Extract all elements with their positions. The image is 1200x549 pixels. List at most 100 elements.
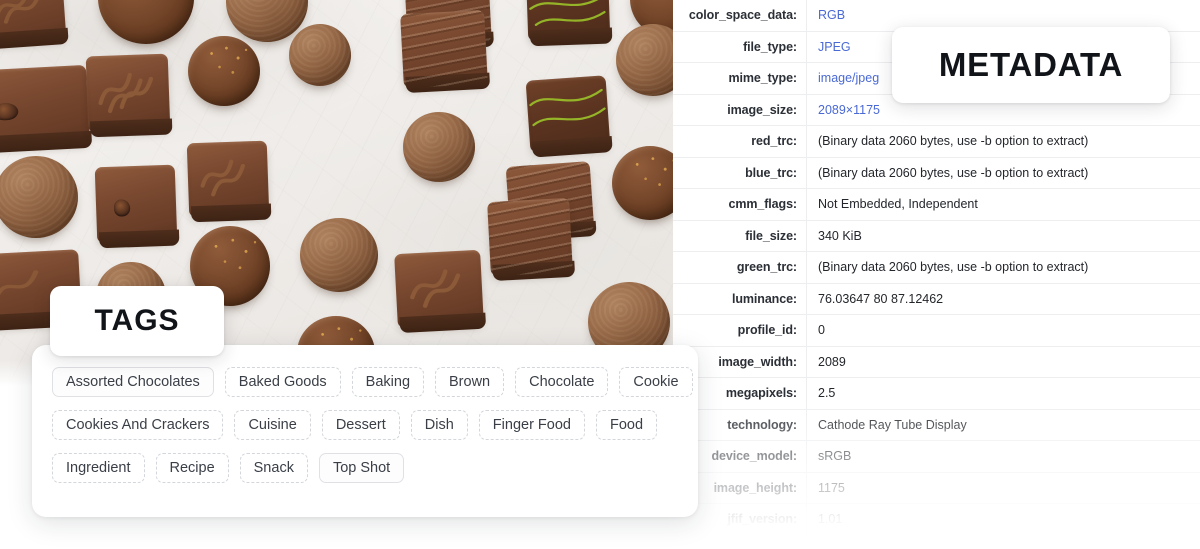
chocolate-square bbox=[0, 64, 93, 155]
tag-chip[interactable]: Baked Goods bbox=[224, 367, 341, 397]
metadata-value: 2.5 bbox=[818, 386, 836, 401]
metadata-key: file_size: bbox=[745, 228, 797, 243]
ridge-texture-icon bbox=[400, 9, 488, 89]
metadata-row: green_trc: (Binary data 2060 bytes, use -… bbox=[673, 252, 1200, 284]
chocolate-truffle bbox=[403, 112, 475, 182]
metadata-row: technology: Cathode Ray Tube Display bbox=[673, 409, 1200, 441]
metadata-value: 1.01 bbox=[818, 512, 843, 527]
metadata-key: jfif_version: bbox=[727, 512, 797, 527]
column-divider bbox=[806, 220, 807, 251]
metadata-value: 76.03647 80 87.12462 bbox=[818, 291, 944, 306]
tag-row: Assorted Chocolates Baked Goods Baking Brow… bbox=[52, 367, 698, 397]
chocolate-square bbox=[0, 0, 69, 50]
drizzle-icon bbox=[195, 148, 261, 208]
column-divider bbox=[806, 472, 807, 503]
tag-chip[interactable]: Top Shot bbox=[318, 453, 405, 483]
metadata-key: blue_trc: bbox=[745, 165, 797, 180]
column-divider bbox=[806, 504, 807, 535]
metadata-row: image_width: 2089 bbox=[673, 346, 1200, 378]
metadata-value-link[interactable]: image/jpeg bbox=[806, 71, 879, 85]
metadata-value: 2089 bbox=[818, 354, 846, 369]
drizzle-icon bbox=[0, 0, 57, 36]
metadata-row: jfif_version: 1.01 bbox=[673, 504, 1200, 536]
column-divider bbox=[806, 189, 807, 220]
column-divider bbox=[806, 0, 807, 31]
metadata-key: luminance: bbox=[732, 291, 797, 306]
metadata-value: 0 bbox=[818, 323, 825, 338]
tag-chip[interactable]: Finger Food bbox=[478, 410, 585, 440]
tag-chip[interactable]: Cookie bbox=[619, 367, 693, 397]
tag-chip[interactable]: Recipe bbox=[155, 453, 229, 483]
metadata-value: 340 KiB bbox=[818, 228, 862, 243]
metadata-value: Cathode Ray Tube Display bbox=[818, 417, 967, 432]
tag-chip[interactable]: Baking bbox=[351, 367, 425, 397]
chocolate-truffle bbox=[188, 36, 260, 106]
metadata-row: megapixels: 2.5 bbox=[673, 378, 1200, 410]
chocolate-square-green bbox=[525, 75, 613, 158]
chocolate-square bbox=[85, 53, 173, 138]
drizzle-icon bbox=[94, 61, 162, 123]
metadata-value: Not Embedded, Independent bbox=[818, 197, 978, 212]
metadata-row: profile_id: 0 bbox=[673, 315, 1200, 347]
chocolate-square-green bbox=[525, 0, 613, 47]
chocolate-square bbox=[94, 164, 180, 249]
metadata-value-link[interactable]: RGB bbox=[806, 8, 845, 22]
metadata-value: sRGB bbox=[818, 449, 852, 464]
metadata-section-badge: METADATA bbox=[892, 27, 1170, 103]
column-divider bbox=[806, 157, 807, 188]
metadata-badge-label: METADATA bbox=[938, 46, 1124, 83]
column-divider bbox=[806, 31, 807, 62]
metadata-key: cmm_flags: bbox=[728, 197, 798, 212]
metadata-row: cmm_flags: Not Embedded, Independent bbox=[673, 189, 1200, 221]
metadata-value-link[interactable]: JPEG bbox=[806, 40, 851, 54]
tag-chip[interactable]: Assorted Chocolates bbox=[52, 367, 214, 397]
column-divider bbox=[806, 126, 807, 157]
column-divider bbox=[806, 378, 807, 409]
tag-chip[interactable]: Dessert bbox=[321, 410, 400, 440]
chocolate-square bbox=[487, 197, 575, 282]
metadata-key: image_size: bbox=[727, 102, 797, 117]
column-divider bbox=[806, 252, 807, 283]
tag-row: Cookies And Crackers Cuisine Dessert Dish Fi… bbox=[52, 410, 698, 440]
metadata-key: green_trc: bbox=[736, 260, 797, 275]
tag-chip[interactable]: Snack bbox=[239, 453, 308, 483]
metadata-row: red_trc: (Binary data 2060 bytes, use -b … bbox=[673, 126, 1200, 158]
tag-chip[interactable]: Cuisine bbox=[234, 410, 311, 440]
column-divider bbox=[806, 283, 807, 314]
green-drizzle-icon bbox=[526, 75, 611, 152]
green-drizzle-icon bbox=[526, 0, 611, 41]
metadata-value: (Binary data 2060 bytes, use -b option t… bbox=[818, 134, 1089, 149]
tag-chip[interactable]: Food bbox=[595, 410, 658, 440]
ridge-texture-icon bbox=[487, 197, 573, 277]
chocolate-square bbox=[400, 9, 490, 94]
metadata-key: color_space_data: bbox=[688, 8, 797, 23]
metadata-row: device_model: sRGB bbox=[673, 441, 1200, 473]
chocolate-square bbox=[394, 249, 486, 334]
column-divider bbox=[806, 409, 807, 440]
metadata-value-link[interactable]: 2089×1175 bbox=[806, 103, 880, 117]
column-divider bbox=[806, 63, 807, 94]
tag-chip[interactable]: Brown bbox=[435, 367, 505, 397]
metadata-key: mime_type: bbox=[728, 71, 798, 86]
metadata-key: profile_id: bbox=[737, 323, 797, 338]
metadata-row: file_size: 340 KiB bbox=[673, 220, 1200, 252]
metadata-value: 1175 bbox=[818, 480, 845, 495]
tag-chip[interactable]: Chocolate bbox=[515, 367, 609, 397]
column-divider bbox=[806, 441, 807, 472]
tag-chip[interactable]: Cookies And Crackers bbox=[52, 410, 224, 440]
chocolate-truffle bbox=[300, 218, 378, 292]
metadata-key: file_type: bbox=[743, 39, 797, 54]
metadata-row: luminance: 76.03647 80 87.12462 bbox=[673, 283, 1200, 315]
tags-badge-label: TAGS bbox=[94, 304, 180, 337]
metadata-value: (Binary data 2060 bytes, use -b option t… bbox=[818, 165, 1089, 180]
tag-chip[interactable]: Dish bbox=[410, 410, 468, 440]
metadata-value: (Binary data 2060 bytes, use -b option t… bbox=[818, 260, 1089, 275]
tag-chip-list: Assorted Chocolates Baked Goods Baking Brow… bbox=[52, 367, 698, 483]
tag-chip[interactable]: Ingredient bbox=[52, 453, 145, 483]
column-divider bbox=[806, 346, 807, 377]
metadata-row: blue_trc: (Binary data 2060 bytes, use -b… bbox=[673, 157, 1200, 189]
drizzle-icon bbox=[403, 258, 475, 319]
metadata-key: red_trc: bbox=[751, 134, 797, 149]
column-divider bbox=[806, 315, 807, 346]
column-divider bbox=[806, 94, 807, 125]
